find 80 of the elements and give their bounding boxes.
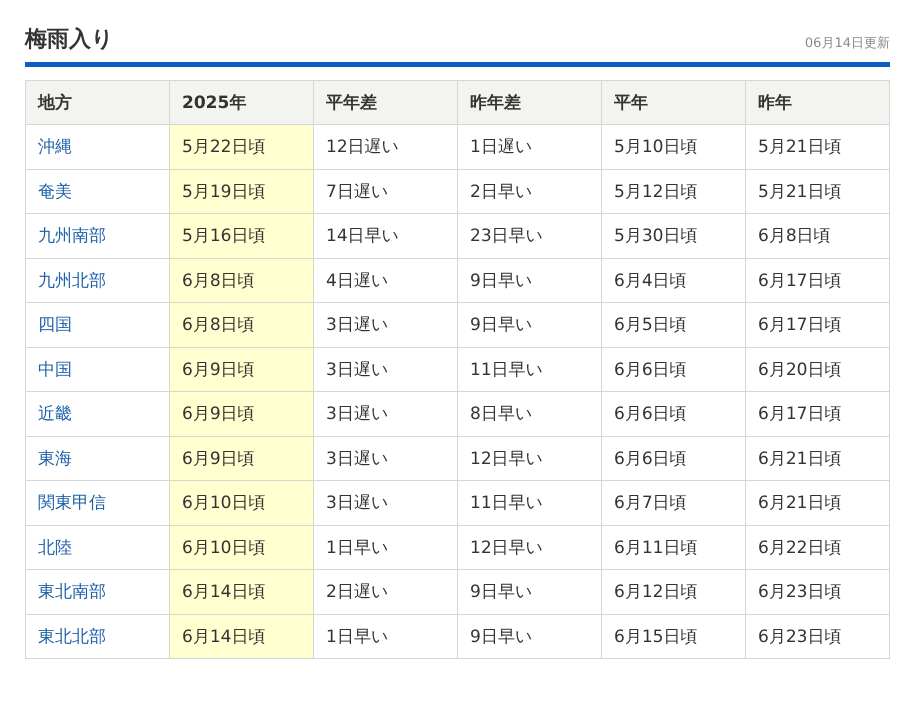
table-cell: 2日遅い (314, 570, 458, 614)
table-cell: 14日早い (314, 214, 458, 258)
table-cell: 5月19日頃 (170, 169, 314, 214)
region-link[interactable]: 近畿 (38, 404, 72, 424)
table-cell: 3日遅い (314, 347, 458, 392)
table-cell: 6月17日頃 (746, 258, 890, 302)
page-title: 梅雨入り (25, 26, 114, 54)
updated-date: 06月14日更新 (804, 35, 890, 53)
table-cell: 3日遅い (314, 436, 458, 480)
table-cell: 9日早い (458, 302, 602, 347)
table-cell: 3日遅い (314, 392, 458, 436)
region-link[interactable]: 東北北部 (38, 626, 106, 647)
table-cell: 5月16日頃 (170, 214, 314, 258)
column-header: 地方 (26, 80, 170, 124)
region-link[interactable]: 中国 (38, 360, 72, 380)
table-cell: 12日遅い (314, 124, 458, 169)
table-cell: 5月30日頃 (602, 214, 746, 258)
region-link[interactable]: 東海 (38, 448, 72, 469)
table-cell: 6月9日頃 (170, 347, 314, 392)
table-cell: 5月10日頃 (602, 124, 746, 169)
column-header: 昨年 (746, 80, 890, 124)
region-link[interactable]: 九州南部 (38, 226, 106, 246)
table-cell: 1日早い (314, 525, 458, 570)
table-cell: 6月6日頃 (602, 392, 746, 436)
table-cell: 23日早い (458, 214, 602, 258)
column-header: 2025年 (170, 80, 314, 124)
table-cell: 6月21日頃 (746, 436, 890, 480)
table-cell: 6月23日頃 (746, 570, 890, 614)
region-link[interactable]: 沖縄 (38, 137, 72, 158)
table-cell: 9日早い (458, 614, 602, 658)
table-cell: 6月9日頃 (170, 392, 314, 436)
region-link[interactable]: 九州北部 (38, 270, 106, 291)
table-cell: 6月9日頃 (170, 436, 314, 480)
table-cell: 6月15日頃 (602, 614, 746, 658)
table-cell: 5月12日頃 (602, 169, 746, 214)
table-cell: 6月12日頃 (602, 570, 746, 614)
table-cell: 6月8日頃 (170, 302, 314, 347)
region-link[interactable]: 奄美 (38, 182, 72, 202)
table-cell: 6月4日頃 (602, 258, 746, 302)
table-cell: 6月14日頃 (170, 614, 314, 658)
region-link[interactable]: 東北南部 (38, 582, 106, 602)
table-cell: 11日早い (458, 347, 602, 392)
column-header: 平年差 (314, 80, 458, 124)
table-cell: 6月10日頃 (170, 480, 314, 525)
table-cell: 5月22日頃 (170, 124, 314, 169)
region-link[interactable]: 四国 (38, 315, 72, 336)
table-cell: 2日早い (458, 169, 602, 214)
table-cell: 6月8日頃 (170, 258, 314, 302)
table-cell: 9日早い (458, 570, 602, 614)
table-cell: 9日早い (458, 258, 602, 302)
table-cell: 1日早い (314, 614, 458, 658)
table-cell: 6月20日頃 (746, 347, 890, 392)
table-cell: 5月21日頃 (746, 124, 890, 169)
table-cell: 6月10日頃 (170, 525, 314, 570)
table-cell: 6月23日頃 (746, 614, 890, 658)
table-cell: 12日早い (458, 436, 602, 480)
table-cell: 6月17日頃 (746, 392, 890, 436)
column-header: 昨年差 (458, 80, 602, 124)
table-cell: 12日早い (458, 525, 602, 570)
table-cell: 1日遅い (458, 124, 602, 169)
table-cell: 4日遅い (314, 258, 458, 302)
table-cell: 6月17日頃 (746, 302, 890, 347)
region-link[interactable]: 関東甲信 (38, 493, 106, 514)
table-cell: 6月21日頃 (746, 480, 890, 525)
table-cell: 11日早い (458, 480, 602, 525)
table-cell: 6月5日頃 (602, 302, 746, 347)
table-cell: 3日遅い (314, 480, 458, 525)
column-header: 平年 (602, 80, 746, 124)
table-cell: 5月21日頃 (746, 169, 890, 214)
table-cell: 6月7日頃 (602, 480, 746, 525)
table-cell: 6月14日頃 (170, 570, 314, 614)
table-cell: 6月6日頃 (602, 436, 746, 480)
table-cell: 6月8日頃 (746, 214, 890, 258)
table-cell: 3日遅い (314, 302, 458, 347)
region-link[interactable]: 北陸 (38, 538, 72, 558)
table-cell: 7日遅い (314, 169, 458, 214)
table-cell: 8日早い (458, 392, 602, 436)
table-cell: 6月11日頃 (602, 525, 746, 570)
table-cell: 6月6日頃 (602, 347, 746, 392)
table-cell: 6月22日頃 (746, 525, 890, 570)
